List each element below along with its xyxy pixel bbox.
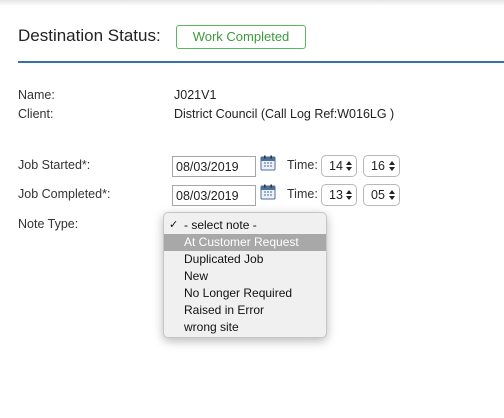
job-started-time-label: Time:	[287, 158, 318, 172]
calendar-icon[interactable]	[260, 184, 276, 200]
stepper-arrows-icon	[346, 161, 352, 171]
job-completed-minute-value: 05	[371, 188, 385, 202]
name-value: J021V1	[174, 88, 217, 102]
job-started-date-input[interactable]	[172, 156, 256, 177]
client-label: Client:	[18, 107, 54, 121]
job-started-label: Job Started*:	[18, 158, 91, 172]
stepper-arrows-icon	[389, 161, 395, 171]
page-title: Destination Status:	[18, 26, 161, 45]
client-value: District Council (Call Log Ref:W016LG )	[174, 107, 395, 121]
note-option-wrong-site[interactable]: wrong site	[164, 319, 326, 336]
note-option-raised-in-error[interactable]: Raised in Error	[164, 302, 326, 319]
note-option-select[interactable]: ✓ - select note -	[164, 217, 326, 234]
job-completed-label: Job Completed*:	[18, 187, 111, 201]
note-type-label: Note Type:	[18, 217, 79, 231]
job-started-minute-value: 16	[371, 159, 385, 173]
job-completed-hour-value: 13	[329, 188, 343, 202]
note-option-new[interactable]: New	[164, 268, 326, 285]
job-completed-hour-select[interactable]: 13	[321, 184, 357, 206]
note-option-duplicated-job[interactable]: Duplicated Job	[164, 251, 326, 268]
note-option-no-longer-required[interactable]: No Longer Required	[164, 285, 326, 302]
job-completed-date-input[interactable]	[172, 185, 256, 206]
note-option-at-customer-request[interactable]: At Customer Request	[164, 234, 326, 251]
job-completed-minute-select[interactable]: 05	[363, 184, 400, 206]
calendar-icon[interactable]	[260, 155, 276, 171]
stepper-arrows-icon	[346, 190, 352, 200]
top-shade	[0, 0, 504, 6]
status-badge: Work Completed	[176, 25, 306, 49]
job-started-hour-select[interactable]: 14	[321, 155, 357, 177]
job-started-minute-select[interactable]: 16	[363, 155, 400, 177]
stepper-arrows-icon	[389, 190, 395, 200]
name-label: Name:	[18, 88, 55, 102]
header-divider	[18, 61, 504, 63]
note-type-dropdown[interactable]: ✓ - select note - At Customer Request Du…	[163, 212, 327, 338]
job-started-hour-value: 14	[329, 159, 343, 173]
job-completed-time-label: Time:	[287, 187, 318, 201]
checkmark-icon: ✓	[169, 219, 179, 231]
